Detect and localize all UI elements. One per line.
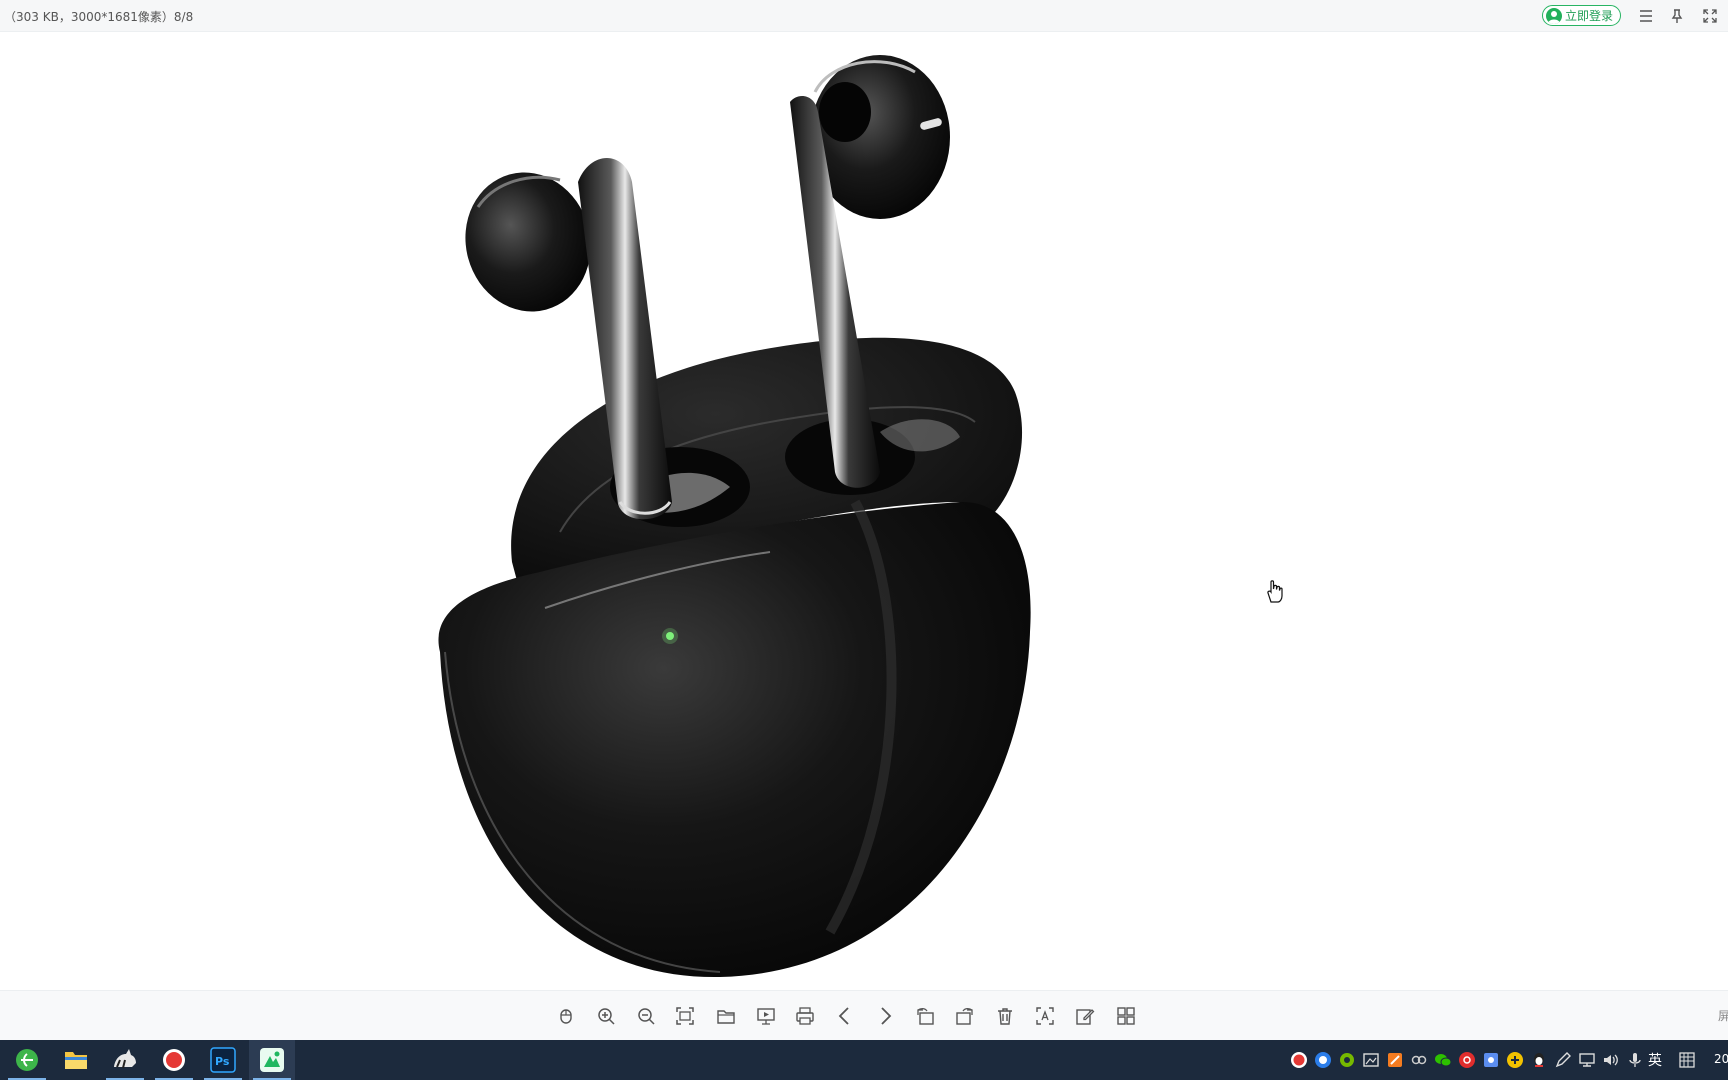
svg-text:Ps: Ps <box>215 1055 230 1068</box>
tray-orange-app-icon[interactable] <box>1386 1051 1404 1069</box>
tray-wechat-icon[interactable] <box>1434 1051 1452 1069</box>
rhino-icon <box>114 1049 136 1069</box>
actual-size-icon[interactable] <box>555 1005 577 1027</box>
print-icon[interactable] <box>794 1005 816 1027</box>
login-button-label: 立即登录 <box>1565 9 1614 23</box>
tray-browser-icon[interactable] <box>1314 1051 1332 1069</box>
taskbar-photoshop-app[interactable]: Ps <box>200 1040 246 1080</box>
earbuds-photo <box>438 55 1031 978</box>
rotate-left-icon[interactable] <box>914 1005 936 1027</box>
taskbar-recorder-app[interactable] <box>151 1040 197 1080</box>
tray-network-icon[interactable] <box>1578 1051 1596 1069</box>
ime-language-indicator[interactable]: 英 <box>1648 1050 1662 1070</box>
folder-icon <box>65 1052 87 1069</box>
fit-window-icon[interactable] <box>674 1005 696 1027</box>
user-avatar-icon <box>1546 7 1562 24</box>
taskbar-clock[interactable]: 20 <box>1714 1052 1728 1066</box>
title-bar: （303 KB，3000*1681像素）8/8 立即登录 <box>0 0 1728 32</box>
record-icon <box>163 1049 185 1071</box>
edit-icon[interactable] <box>1074 1005 1096 1027</box>
file-info-text: （303 KB，3000*1681像素）8/8 <box>4 10 194 24</box>
open-folder-icon[interactable] <box>715 1005 737 1027</box>
next-image-icon[interactable] <box>874 1005 896 1027</box>
rotate-right-icon[interactable] <box>954 1005 976 1027</box>
image-viewer-app-icon <box>260 1048 284 1072</box>
tray-volume-icon[interactable] <box>1602 1051 1620 1069</box>
tray-link-icon[interactable] <box>1410 1051 1428 1069</box>
toolbar-edge-text: 屏 <box>1718 1009 1728 1023</box>
zoom-in-icon[interactable] <box>595 1005 617 1027</box>
tray-screenshot-icon[interactable] <box>1362 1051 1380 1069</box>
tray-gpu-icon[interactable] <box>1338 1051 1356 1069</box>
tray-pen-icon[interactable] <box>1554 1051 1572 1069</box>
tray-record-icon[interactable] <box>1290 1051 1308 1069</box>
taskbar-rhino-app[interactable] <box>102 1040 148 1080</box>
tray-keyboard-icon[interactable] <box>1678 1051 1696 1069</box>
tray-tool-icon[interactable] <box>1482 1051 1500 1069</box>
tray-microphone-icon[interactable] <box>1626 1051 1644 1069</box>
delete-icon[interactable] <box>994 1005 1016 1027</box>
zoom-out-icon[interactable] <box>635 1005 657 1027</box>
taskbar-file-explorer-app[interactable] <box>53 1040 99 1080</box>
browser-icon <box>16 1049 38 1071</box>
text-recognition-icon[interactable] <box>1034 1005 1056 1027</box>
previous-image-icon[interactable] <box>834 1005 856 1027</box>
fullscreen-icon[interactable] <box>1701 7 1719 25</box>
taskbar-browser-app[interactable] <box>4 1040 50 1080</box>
tray-plus-icon[interactable] <box>1506 1051 1524 1069</box>
hand-cursor-icon <box>1267 580 1283 603</box>
menu-icon[interactable] <box>1637 7 1655 25</box>
grid-view-icon[interactable] <box>1115 1005 1137 1027</box>
taskbar-image-viewer-app[interactable] <box>249 1040 295 1080</box>
image-viewer-canvas[interactable] <box>0 32 1728 990</box>
slideshow-icon[interactable] <box>755 1005 777 1027</box>
viewer-toolbar: 屏 <box>0 990 1728 1040</box>
pin-icon[interactable] <box>1668 7 1686 25</box>
login-button[interactable]: 立即登录 <box>1542 5 1622 26</box>
tray-qq-icon[interactable] <box>1530 1051 1548 1069</box>
tray-music-icon[interactable] <box>1458 1051 1476 1069</box>
photoshop-icon: Ps <box>210 1047 236 1073</box>
taskbar: Ps 英 20 <box>0 1040 1728 1080</box>
